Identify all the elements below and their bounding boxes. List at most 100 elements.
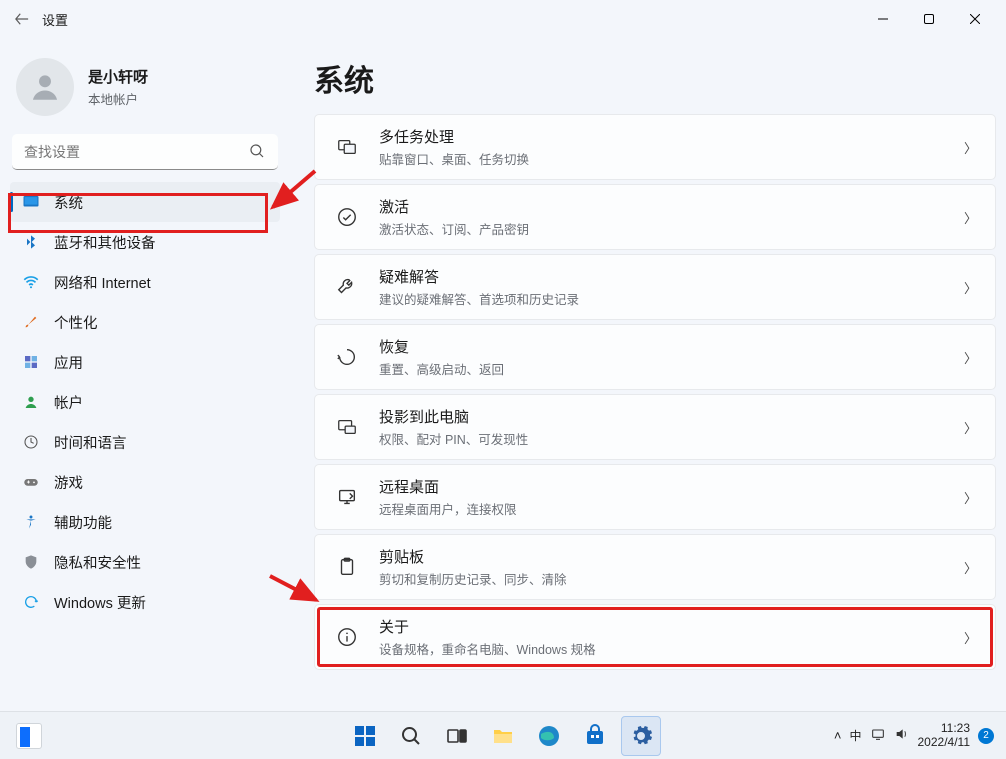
chevron-right-icon: 〉 <box>964 278 977 297</box>
taskbar: ˄ 中 11:23 2022/4/11 2 <box>0 711 1006 759</box>
chevron-right-icon: 〉 <box>964 418 977 437</box>
back-button[interactable] <box>8 5 36 33</box>
file-explorer-button[interactable] <box>483 716 523 756</box>
card-desc: 建议的疑难解答、首选项和历史记录 <box>379 289 964 308</box>
card-recovery[interactable]: 恢复重置、高级启动、返回 〉 <box>314 324 996 390</box>
sidebar-item-gaming[interactable]: 游戏 <box>10 462 280 502</box>
recovery-icon <box>333 343 361 371</box>
bluetooth-icon <box>22 233 40 251</box>
tray-notification-badge[interactable]: 2 <box>978 728 994 744</box>
system-tray: ˄ 中 11:23 2022/4/11 2 <box>834 712 998 759</box>
main-panel: 系统 多任务处理贴靠窗口、桌面、任务切换 〉 激活激活状态、订阅、产品密钥 〉 … <box>290 38 1006 711</box>
sidebar-item-label: 应用 <box>54 352 83 373</box>
sidebar-item-bluetooth[interactable]: 蓝牙和其他设备 <box>10 222 280 262</box>
window-title: 设置 <box>42 10 68 29</box>
card-title: 激活 <box>379 196 964 217</box>
avatar <box>16 58 74 116</box>
sidebar-item-label: 网络和 Internet <box>54 272 151 293</box>
tray-chevron-up-icon[interactable]: ˄ <box>834 728 842 743</box>
card-troubleshoot[interactable]: 疑难解答建议的疑难解答、首选项和历史记录 〉 <box>314 254 996 320</box>
sidebar-item-windows-update[interactable]: Windows 更新 <box>10 582 280 622</box>
sidebar-item-label: 蓝牙和其他设备 <box>54 232 156 253</box>
card-desc: 激活状态、订阅、产品密钥 <box>379 219 964 238</box>
taskbar-search-button[interactable] <box>391 716 431 756</box>
accessibility-icon <box>22 513 40 531</box>
sidebar-item-accessibility[interactable]: 辅助功能 <box>10 502 280 542</box>
sidebar-item-system[interactable]: 系统 <box>10 182 280 222</box>
card-multitasking[interactable]: 多任务处理贴靠窗口、桌面、任务切换 〉 <box>314 114 996 180</box>
card-project-to-pc[interactable]: 投影到此电脑权限、配对 PIN、可发现性 〉 <box>314 394 996 460</box>
taskbar-widgets-button[interactable] <box>8 715 50 757</box>
edge-button[interactable] <box>529 716 569 756</box>
card-title: 关于 <box>379 616 964 637</box>
card-title: 投影到此电脑 <box>379 406 964 427</box>
card-desc: 设备规格，重命名电脑、Windows 规格 <box>379 639 964 658</box>
sidebar-item-label: 游戏 <box>54 472 83 493</box>
chevron-right-icon: 〉 <box>964 558 977 577</box>
tray-network-icon[interactable] <box>870 726 886 745</box>
tray-date: 2022/4/11 <box>918 736 971 750</box>
account-block[interactable]: 是小轩呀 本地帐户 <box>10 52 280 130</box>
search-wrap <box>12 134 278 170</box>
update-icon <box>22 593 40 611</box>
store-button[interactable] <box>575 716 615 756</box>
activation-icon <box>333 203 361 231</box>
card-title: 远程桌面 <box>379 476 964 497</box>
chevron-right-icon: 〉 <box>964 208 977 227</box>
titlebar: 设置 <box>0 0 1006 38</box>
sidebar-item-label: 时间和语言 <box>54 432 127 453</box>
card-title: 恢复 <box>379 336 964 357</box>
system-icon <box>22 193 40 211</box>
card-remote-desktop[interactable]: 远程桌面远程桌面用户，连接权限 〉 <box>314 464 996 530</box>
sidebar-item-network[interactable]: 网络和 Internet <box>10 262 280 302</box>
wifi-icon <box>22 273 40 291</box>
tray-volume-icon[interactable] <box>894 726 910 745</box>
chevron-right-icon: 〉 <box>964 348 977 367</box>
card-desc: 贴靠窗口、桌面、任务切换 <box>379 149 964 168</box>
chevron-right-icon: 〉 <box>964 628 977 647</box>
page-title: 系统 <box>314 56 996 100</box>
card-title: 疑难解答 <box>379 266 964 287</box>
apps-icon <box>22 353 40 371</box>
sidebar-item-privacy[interactable]: 隐私和安全性 <box>10 542 280 582</box>
troubleshoot-icon <box>333 273 361 301</box>
card-clipboard[interactable]: 剪贴板剪切和复制历史记录、同步、清除 〉 <box>314 534 996 600</box>
tray-ime-indicator[interactable]: 中 <box>849 727 861 744</box>
sidebar-item-label: 帐户 <box>54 392 83 413</box>
card-activation[interactable]: 激活激活状态、订阅、产品密钥 〉 <box>314 184 996 250</box>
search-icon <box>248 142 266 165</box>
sidebar: 是小轩呀 本地帐户 系统 蓝牙和其他设备 网络和 Internet <box>0 38 290 711</box>
shield-icon <box>22 553 40 571</box>
window-close-button[interactable] <box>952 3 998 35</box>
sidebar-item-accounts[interactable]: 帐户 <box>10 382 280 422</box>
sidebar-item-label: Windows 更新 <box>54 592 146 613</box>
chevron-right-icon: 〉 <box>964 488 977 507</box>
settings-button[interactable] <box>621 716 661 756</box>
window-maximize-button[interactable] <box>906 3 952 35</box>
sidebar-item-apps[interactable]: 应用 <box>10 342 280 382</box>
clipboard-icon <box>333 553 361 581</box>
sidebar-item-personalization[interactable]: 个性化 <box>10 302 280 342</box>
sidebar-item-label: 个性化 <box>54 312 98 333</box>
card-title: 剪贴板 <box>379 546 964 567</box>
nav-list: 系统 蓝牙和其他设备 网络和 Internet 个性化 应用 帐户 <box>10 182 280 622</box>
sidebar-item-label: 隐私和安全性 <box>54 552 141 573</box>
chevron-right-icon: 〉 <box>964 138 977 157</box>
task-view-button[interactable] <box>437 716 477 756</box>
taskbar-center <box>345 712 661 759</box>
card-desc: 权限、配对 PIN、可发现性 <box>379 429 964 448</box>
sidebar-item-time-language[interactable]: 时间和语言 <box>10 422 280 462</box>
window-minimize-button[interactable] <box>860 3 906 35</box>
project-icon <box>333 413 361 441</box>
tray-clock[interactable]: 11:23 2022/4/11 <box>918 722 971 750</box>
card-title: 多任务处理 <box>379 126 964 147</box>
gamepad-icon <box>22 473 40 491</box>
person-icon <box>22 393 40 411</box>
search-input[interactable] <box>12 134 278 170</box>
account-name: 是小轩呀 <box>88 66 148 87</box>
clock-globe-icon <box>22 433 40 451</box>
start-button[interactable] <box>345 716 385 756</box>
card-about[interactable]: 关于设备规格，重命名电脑、Windows 规格 〉 <box>314 604 996 670</box>
info-icon <box>333 623 361 651</box>
multitask-icon <box>333 133 361 161</box>
